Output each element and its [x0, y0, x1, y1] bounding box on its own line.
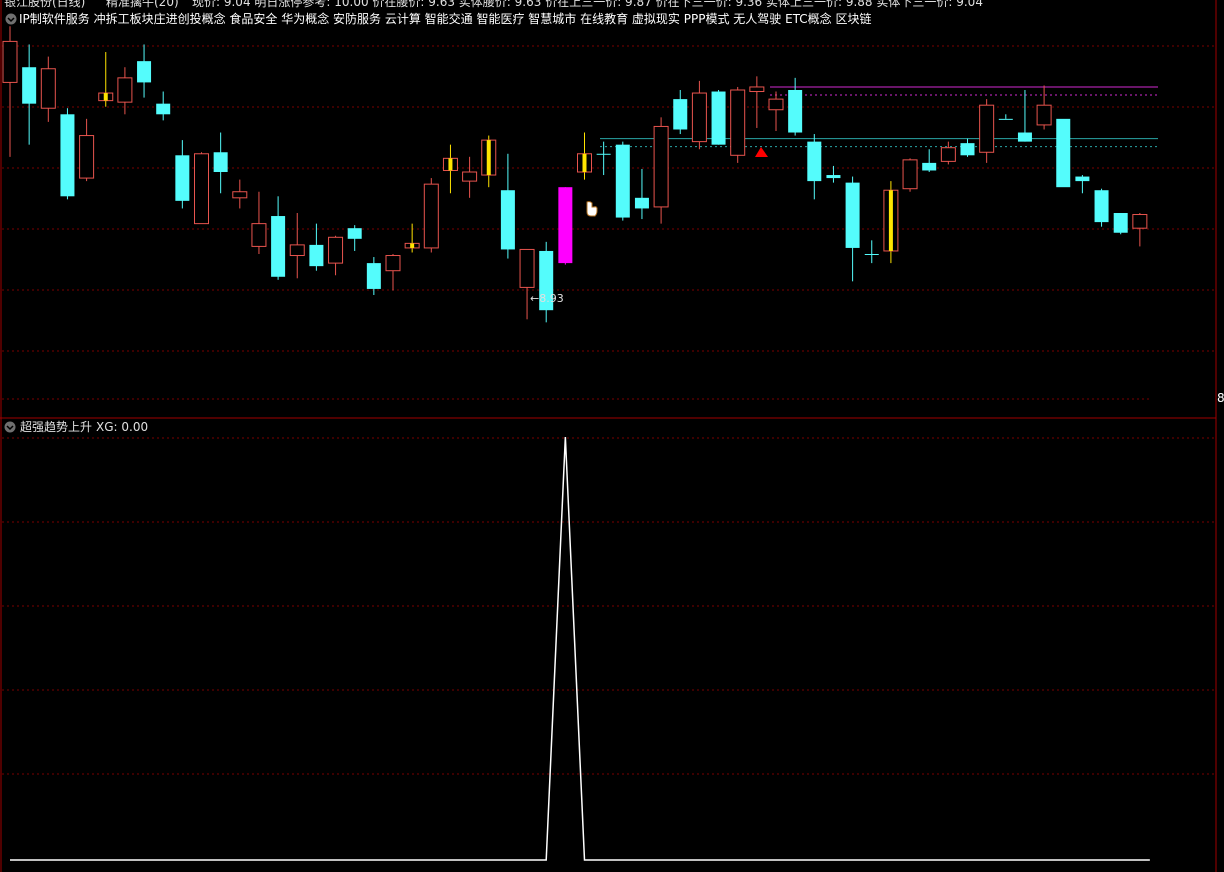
candle-body: [826, 175, 841, 179]
candle-body: [653, 125, 669, 208]
candle-body-highlight: [448, 158, 453, 171]
lower-panel-toggle-icon[interactable]: [4, 421, 16, 433]
candle-body: [40, 68, 56, 109]
candle-body: [998, 118, 1013, 120]
chart-background: [0, 0, 1224, 872]
concept-tags: IP制软件服务 冲拆工板块庄进创投概念 食品安全 华为概念 安防服务 云计算 智…: [19, 11, 871, 26]
candle-body: [845, 182, 860, 248]
candle-body: [711, 91, 726, 145]
candle-body: [634, 197, 649, 209]
candle-body: [864, 254, 879, 255]
candle-body: [194, 153, 209, 225]
candle-body: [596, 153, 611, 155]
candle-body: [1094, 190, 1109, 223]
candle-body: [1036, 104, 1052, 126]
candle-body: [79, 135, 95, 179]
candle-body-highlight: [410, 243, 415, 248]
candle-body: [500, 190, 515, 250]
candle-body: [366, 263, 381, 289]
candle-body: [60, 114, 75, 197]
candle-body: [788, 90, 803, 133]
candle-body: [347, 228, 362, 239]
candle-body: [232, 191, 248, 199]
candle-body: [922, 162, 937, 171]
candle-body: [1056, 118, 1071, 188]
xg-value-label: XG: 0.00: [96, 420, 148, 434]
candle-body: [1075, 176, 1090, 182]
chart-canvas: 银江股份(日线) 精准擒牛(20) 现价: 9.04 明日涨停参考: 10.00…: [0, 0, 1224, 872]
candle-body: [749, 86, 765, 93]
candle-body: [673, 99, 688, 130]
chart-title: 银江股份(日线): [4, 0, 85, 9]
candle-body: [289, 244, 305, 257]
candle-body: [462, 171, 478, 182]
candle-body: [691, 92, 707, 143]
collapse-icon[interactable]: [5, 13, 17, 25]
candle-body: [271, 216, 286, 277]
candle-body: [309, 244, 324, 267]
candle-body: [213, 152, 228, 172]
candle-body-highlight: [582, 153, 587, 172]
indicator-name: 精准擒牛(20): [106, 0, 179, 9]
candle-body: [519, 248, 535, 288]
candle-body: [960, 143, 975, 156]
candle-body-highlight: [103, 93, 108, 101]
candle-body: [1113, 213, 1128, 233]
candle-body: [251, 223, 267, 247]
low-price-label: ←8.93: [530, 292, 564, 305]
candle-body: [558, 187, 573, 264]
right-axis-label: 8: [1217, 391, 1224, 405]
candle-body: [22, 67, 37, 104]
candle-body: [423, 183, 439, 249]
candle-body: [137, 61, 152, 83]
candle-body: [979, 104, 995, 153]
candle-body: [2, 40, 18, 83]
candle-body: [940, 147, 956, 162]
candle-body-highlight: [486, 140, 491, 176]
candle-body: [768, 98, 784, 111]
candle-body: [807, 141, 822, 182]
candle-body: [1132, 214, 1148, 229]
lower-panel-title: 超强趋势上升: [20, 419, 92, 434]
candle-body: [615, 144, 630, 218]
candle-body: [175, 155, 190, 201]
candle-body: [902, 159, 918, 190]
candle-body: [1017, 132, 1032, 142]
candle-body: [328, 236, 344, 264]
candle-body: [730, 89, 746, 156]
indicator-values: 现价: 9.04 明日涨停参考: 10.00 价在腰价: 9.63 实体腰价: …: [192, 0, 983, 9]
candle-body: [156, 103, 171, 115]
candle-body: [117, 77, 133, 103]
candle-body: [385, 255, 401, 272]
candle-body-highlight: [888, 190, 893, 251]
